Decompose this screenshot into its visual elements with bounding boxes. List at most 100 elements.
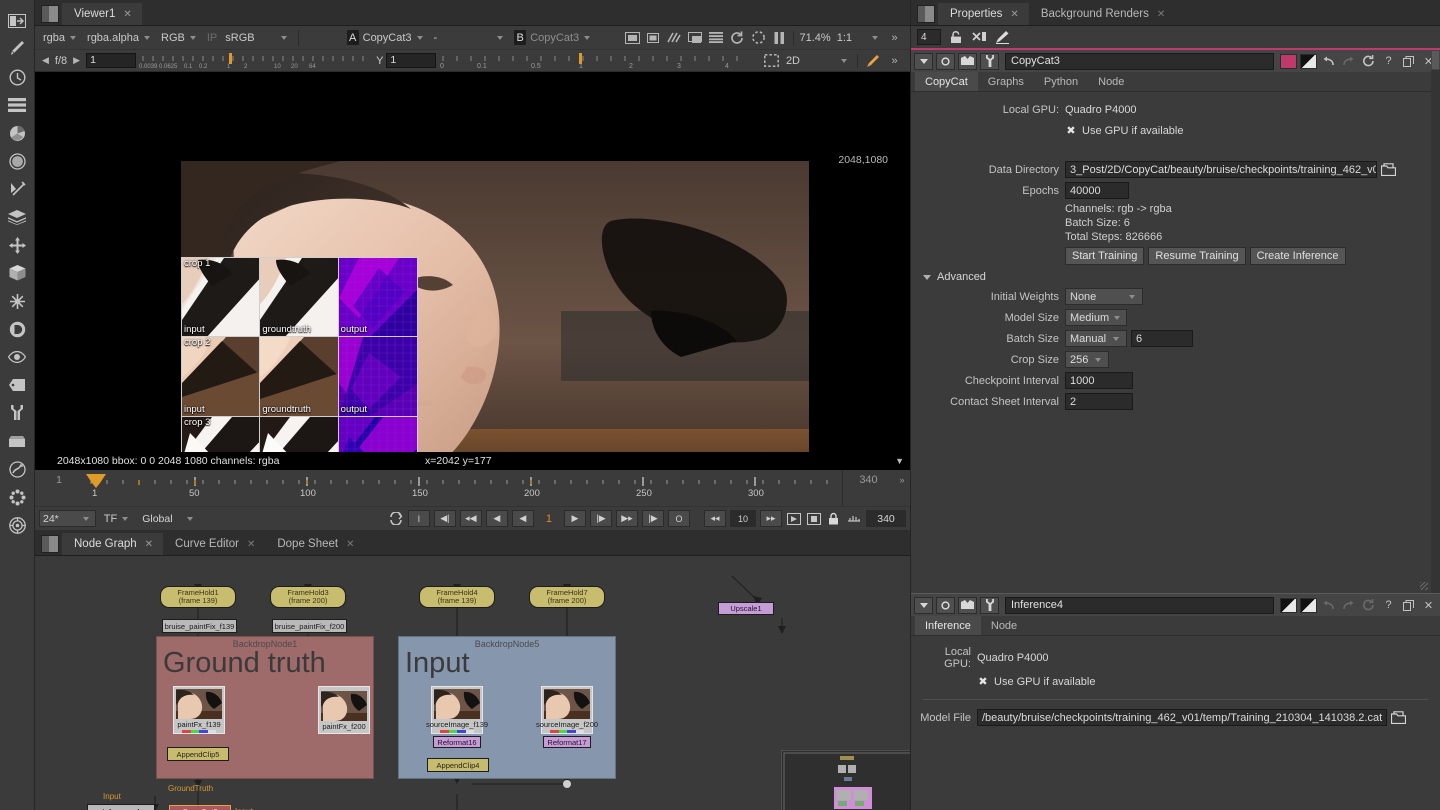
- chevron-down-icon[interactable]: »: [894, 470, 910, 506]
- chevron-down-icon[interactable]: ▼: [895, 456, 904, 466]
- node-tools-icon[interactable]: [980, 52, 999, 70]
- record-button[interactable]: O: [668, 510, 690, 527]
- node-framehold4[interactable]: FrameHold4 (frame 139): [419, 586, 495, 608]
- close-icon[interactable]: ✕: [247, 539, 255, 550]
- undo-icon[interactable]: [1320, 54, 1337, 69]
- close-icon[interactable]: ✕: [123, 9, 131, 20]
- resume-training-button[interactable]: Resume Training: [1148, 246, 1246, 265]
- chevron-down-icon[interactable]: [841, 58, 847, 63]
- node-mask-toggle[interactable]: [1300, 597, 1317, 613]
- timeline-zoom-icon[interactable]: [846, 511, 861, 526]
- timeline-end-frame[interactable]: 340: [842, 470, 894, 506]
- skip-back-button[interactable]: ◂◂: [704, 510, 726, 527]
- channel-select[interactable]: rgba: [39, 29, 83, 47]
- lock-icon[interactable]: [948, 29, 964, 45]
- epochs-field[interactable]: 40000: [1065, 182, 1129, 199]
- use-gpu-checkbox[interactable]: ✖: [977, 676, 989, 688]
- model-file-field[interactable]: /beauty/bruise/checkpoints/training_462_…: [977, 709, 1387, 726]
- nodegraph-minimap[interactable]: Channel Gau: [781, 750, 910, 810]
- air-icon[interactable]: [4, 456, 30, 482]
- tab-properties[interactable]: Properties ✕: [938, 3, 1029, 25]
- node-paintfx-f200[interactable]: paintFx_f200: [318, 686, 370, 734]
- transform-move-icon[interactable]: [4, 232, 30, 258]
- next-keyframe-button[interactable]: ▶▸: [616, 510, 638, 527]
- panel-grip-icon[interactable]: [41, 535, 59, 553]
- expand-toolbar-icon[interactable]: »: [887, 53, 902, 68]
- pause-render-icon[interactable]: [751, 30, 766, 45]
- node-inference4[interactable]: Inference4: [87, 804, 155, 810]
- proxy-mode-icon[interactable]: [646, 30, 661, 45]
- close-icon[interactable]: ✕: [1010, 9, 1018, 20]
- tab-dope-sheet[interactable]: Dope Sheet ✕: [265, 533, 365, 555]
- node-reformat16[interactable]: Reformat16: [433, 736, 481, 748]
- node-upscale1[interactable]: Upscale1: [718, 602, 774, 615]
- input-a-select[interactable]: A CopyCat3: [343, 29, 430, 47]
- step-back-button[interactable]: ◀: [485, 510, 508, 527]
- gain-value[interactable]: 1: [86, 53, 137, 68]
- chevron-down-icon[interactable]: [872, 35, 878, 40]
- node-color-icon[interactable]: [936, 52, 955, 70]
- tab-python[interactable]: Python: [1033, 72, 1089, 91]
- timecode-mode-select[interactable]: TF: [100, 510, 135, 528]
- resize-grip[interactable]: [1420, 582, 1428, 590]
- revert-icon[interactable]: [1360, 54, 1377, 69]
- set-in-point-button[interactable]: I: [407, 510, 430, 527]
- redo-icon[interactable]: [1340, 598, 1357, 613]
- initial-weights-select[interactable]: None: [1065, 288, 1143, 305]
- node-enable-toggle[interactable]: [1280, 53, 1297, 69]
- current-frame-field[interactable]: 1: [538, 513, 560, 525]
- sync-select[interactable]: Global: [139, 510, 198, 527]
- nukex-target-icon[interactable]: [4, 512, 30, 538]
- node-sourceimage-f139[interactable]: sourceImage_f139: [426, 686, 488, 734]
- collapse-icon[interactable]: [914, 52, 933, 70]
- skip-forward-button[interactable]: ▸▸: [760, 510, 782, 527]
- mask-icon[interactable]: [958, 52, 977, 70]
- metadata-tag-icon[interactable]: [4, 372, 30, 398]
- advanced-disclosure[interactable]: Advanced: [923, 271, 1434, 283]
- prev-keyframe-button[interactable]: ◂◀: [459, 510, 482, 527]
- colorspace-select[interactable]: sRGB: [221, 29, 293, 47]
- node-reformat17[interactable]: Reformat17: [543, 736, 591, 748]
- start-training-button[interactable]: Start Training: [1065, 246, 1145, 265]
- tab-inference[interactable]: Inference: [915, 616, 981, 635]
- channel-icon[interactable]: [4, 92, 30, 118]
- list-icon[interactable]: [709, 30, 724, 45]
- mask-icon[interactable]: [958, 596, 977, 614]
- node-sourceimage-f200[interactable]: sourceImage_f200: [536, 686, 598, 734]
- node-appendclip5[interactable]: AppendClip5: [167, 747, 229, 761]
- properties-scrollbar[interactable]: [1431, 50, 1440, 593]
- folder-icon[interactable]: [1380, 162, 1397, 177]
- gain-prev-icon[interactable]: ◀: [39, 55, 52, 66]
- zoom-ratio[interactable]: 1:1: [837, 32, 852, 44]
- playback-range-icon[interactable]: [786, 511, 801, 526]
- increment-field[interactable]: 10: [730, 510, 756, 527]
- eye-views-icon[interactable]: [4, 344, 30, 370]
- node-tools-icon[interactable]: [980, 596, 999, 614]
- contact-sheet-interval-field[interactable]: 2: [1065, 393, 1133, 410]
- clear-all-icon[interactable]: [971, 29, 987, 45]
- float-panel-icon[interactable]: [1400, 54, 1417, 69]
- node-paintfx-f139[interactable]: paintFx_f139: [173, 686, 225, 734]
- collapse-icon[interactable]: [914, 596, 933, 614]
- help-icon[interactable]: ?: [1380, 598, 1397, 613]
- close-icon[interactable]: ✕: [346, 539, 354, 550]
- layer-select[interactable]: rgba.alpha: [83, 29, 157, 47]
- expand-toolbar-icon[interactable]: »: [887, 30, 902, 45]
- layers-icon[interactable]: [4, 204, 30, 230]
- panel-grip-icon[interactable]: [917, 5, 935, 23]
- tab-node[interactable]: Node: [1088, 72, 1135, 91]
- stop-frame-icon[interactable]: [806, 511, 821, 526]
- close-icon[interactable]: ✕: [1157, 9, 1165, 20]
- play-backward-button[interactable]: ◀: [511, 510, 534, 527]
- node-color-icon[interactable]: [936, 596, 955, 614]
- keyer-icon[interactable]: [4, 176, 30, 202]
- node-appendclip4[interactable]: AppendClip4: [427, 758, 489, 772]
- pause-icon[interactable]: [772, 30, 787, 45]
- use-gpu-checkbox[interactable]: ✖: [1065, 125, 1077, 137]
- draw-icon[interactable]: [4, 36, 30, 62]
- tab-background-renders[interactable]: Background Renders ✕: [1028, 3, 1176, 25]
- data-directory-field[interactable]: 3_Post/2D/CopyCat/beauty/bruise/checkpoi…: [1065, 161, 1377, 178]
- roi-window-icon[interactable]: [688, 30, 703, 45]
- node-framehold7[interactable]: FrameHold7 (frame 200): [529, 586, 605, 608]
- roi-icon[interactable]: [764, 53, 779, 68]
